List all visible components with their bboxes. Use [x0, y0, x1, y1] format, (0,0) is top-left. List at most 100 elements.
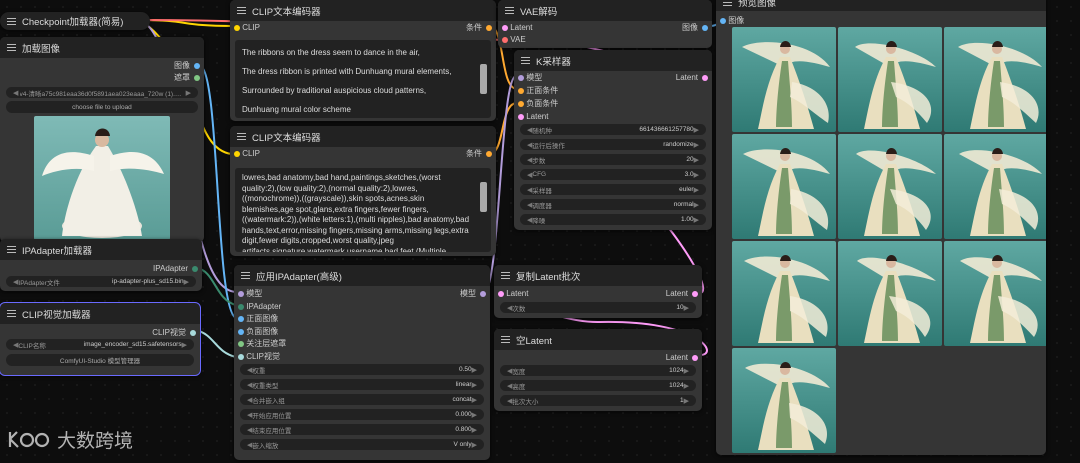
clipvision-loader-title-bar[interactable]: CLIP视觉加载器	[0, 303, 200, 324]
port-dot[interactable]	[238, 328, 244, 335]
generated-image-thumbnail[interactable]	[732, 134, 836, 239]
control-after-generate-widget[interactable]: ◀ 运行后操作 randomize ▶	[520, 139, 706, 150]
menu-icon[interactable]	[237, 7, 246, 14]
arrow-right-icon[interactable]: ▶	[472, 426, 477, 434]
vae-decode-node[interactable]: VAE解码 Latent VAE 图像	[498, 0, 712, 48]
generated-image-thumbnail[interactable]	[944, 134, 1046, 239]
port-dot[interactable]	[238, 315, 244, 322]
weight-type-widget[interactable]: ◀ 权重类型 linear ▶	[240, 379, 484, 390]
port-dot[interactable]	[238, 353, 244, 360]
port-dot[interactable]	[502, 24, 508, 31]
arrow-right-icon[interactable]: ▶	[694, 171, 699, 179]
checkpoint-loader-node[interactable]: Checkpoint加载器(简易)	[0, 12, 150, 30]
clip-port-dot[interactable]	[234, 150, 240, 157]
model-port-dot[interactable]	[480, 291, 486, 297]
ksampler-node[interactable]: K采样器 Latent 模型 正面条件 负面条件 Latent ◀ 随机种 6614…	[514, 50, 712, 230]
port-dot[interactable]	[502, 36, 508, 43]
menu-icon[interactable]	[501, 272, 510, 279]
amount-widget[interactable]: ◀ 次数 10 ▶	[500, 302, 696, 313]
input-latent-port[interactable]: Latent	[502, 22, 532, 33]
output-image-port[interactable]: 图像	[682, 22, 708, 33]
batch-size-widget[interactable]: ◀ 批次大小 1 ▶	[500, 395, 696, 406]
generated-image-thumbnail[interactable]	[838, 241, 942, 346]
arrow-right-icon[interactable]: ▶	[684, 367, 689, 375]
output-mask-port[interactable]: 遮罩	[174, 72, 200, 83]
image-port-dot[interactable]	[702, 25, 708, 31]
arrow-right-icon[interactable]: ▶	[694, 186, 699, 194]
checkpoint-loader-title-bar[interactable]: Checkpoint加载器(简易)	[0, 12, 150, 30]
repeat-latent-title-bar[interactable]: 复制Latent批次	[494, 265, 702, 286]
input-attn-mask-port[interactable]: 关注层遮罩	[238, 338, 286, 349]
clipvision-loader-node[interactable]: CLIP视觉加载器 CLIP视觉 ◀ CLIP名称 image_encoder_sd…	[0, 302, 201, 376]
image-port-dot[interactable]	[194, 63, 200, 69]
latent-port-dot[interactable]	[692, 291, 698, 297]
image-file-select[interactable]: ◀ v4-清晰a75c981eaa36d0f5891aea023eaaa_720w…	[6, 87, 198, 98]
menu-icon[interactable]	[501, 336, 510, 343]
arrow-right-icon[interactable]: ▶	[694, 201, 699, 209]
steps-widget[interactable]: ◀ 步数 20 ▶	[520, 154, 706, 165]
arrow-right-icon[interactable]: ▶	[184, 278, 189, 286]
ksampler-title-bar[interactable]: K采样器	[514, 50, 712, 71]
clip-text-encoder-positive-node[interactable]: CLIP文本编码器 CLIP 条件 The ribbons on the dre…	[230, 0, 496, 121]
ipadapter-loader-title-bar[interactable]: IPAdapter加载器	[0, 239, 202, 260]
load-image-title-bar[interactable]: 加载图像	[0, 37, 204, 58]
port-dot[interactable]	[238, 290, 244, 297]
input-model-port[interactable]: 模型	[518, 72, 542, 83]
input-positive-port[interactable]: 正面条件	[518, 85, 558, 96]
output-image-port[interactable]: 图像	[174, 60, 200, 71]
sampler-widget[interactable]: ◀ 采样器 euler ▶	[520, 184, 706, 195]
ipadapter-port-dot[interactable]	[192, 266, 198, 272]
model-manager-button[interactable]: ComfyUI-Studio 模型管理器	[6, 354, 194, 366]
port-dot[interactable]	[238, 340, 244, 347]
output-conditioning-port[interactable]: 条件	[466, 22, 492, 33]
arrow-right-icon[interactable]: ▶	[684, 304, 689, 312]
apply-ipadapter-title-bar[interactable]: 应用IPAdapter(高级)	[234, 265, 490, 286]
arrow-right-icon[interactable]: ▶	[186, 89, 191, 97]
input-latent-port[interactable]: Latent	[498, 288, 528, 299]
port-dot[interactable]	[238, 303, 244, 310]
arrow-right-icon[interactable]: ▶	[684, 382, 689, 390]
generated-image-thumbnail[interactable]	[944, 27, 1046, 132]
menu-icon[interactable]	[237, 133, 246, 140]
output-latent-port[interactable]: Latent	[666, 288, 698, 299]
generated-image-thumbnail[interactable]	[732, 241, 836, 346]
generated-image-thumbnail[interactable]	[838, 27, 942, 132]
port-dot[interactable]	[518, 113, 524, 120]
ipadapter-file-select[interactable]: ◀ IPAdapter文件 ip-adapter-plus_sd15.bin ▶	[6, 276, 196, 287]
menu-icon[interactable]	[241, 272, 250, 279]
clipvision-port-dot[interactable]	[190, 330, 196, 336]
latent-port-dot[interactable]	[692, 355, 698, 361]
arrow-right-icon[interactable]: ▶	[472, 381, 477, 389]
generated-image-thumbnail[interactable]	[838, 134, 942, 239]
scheduler-widget[interactable]: ◀ 调度器 normal ▶	[520, 199, 706, 210]
arrow-right-icon[interactable]: ▶	[472, 411, 477, 419]
input-model-port[interactable]: 模型	[238, 288, 262, 299]
vae-decode-title-bar[interactable]: VAE解码	[498, 0, 712, 21]
weight-widget[interactable]: ◀ 权重 0.50 ▶	[240, 364, 484, 375]
generated-image-thumbnail[interactable]	[944, 241, 1046, 346]
arrow-right-icon[interactable]: ▶	[472, 366, 477, 374]
empty-latent-title-bar[interactable]: 空Latent	[494, 329, 702, 350]
menu-icon[interactable]	[7, 17, 16, 25]
cfg-widget[interactable]: ◀ CFG 3.0 ▶	[520, 169, 706, 180]
arrow-left-icon[interactable]: ◀	[13, 89, 18, 97]
arrow-right-icon[interactable]: ▶	[182, 341, 187, 349]
port-dot[interactable]	[518, 87, 524, 94]
generated-image-thumbnail[interactable]	[732, 27, 836, 132]
latent-port-dot[interactable]	[702, 75, 708, 81]
repeat-latent-node[interactable]: 复制Latent批次 Latent Latent ◀ 次数 10 ▶	[494, 265, 702, 318]
clip-name-select[interactable]: ◀ CLIP名称 image_encoder_sd15.safetensors ▶	[6, 339, 194, 350]
output-latent-port[interactable]: Latent	[676, 72, 708, 83]
input-negative-port[interactable]: 负面条件	[518, 98, 558, 109]
combine-embeds-widget[interactable]: ◀ 合并嵌入组 concat ▶	[240, 394, 484, 405]
seed-widget[interactable]: ◀ 随机种 661436661257780 ▶	[520, 124, 706, 135]
input-vae-port[interactable]: VAE	[502, 34, 526, 45]
upload-button[interactable]: choose file to upload	[6, 101, 198, 113]
negative-prompt-textarea[interactable]: lowres,bad anatomy,bad hand,paintings,sk…	[235, 168, 491, 252]
textarea-scrollbar[interactable]	[480, 182, 487, 212]
menu-icon[interactable]	[7, 310, 16, 317]
arrow-right-icon[interactable]: ▶	[694, 216, 699, 224]
output-ipadapter-port[interactable]: IPAdapter	[153, 263, 198, 274]
arrow-right-icon[interactable]: ▶	[694, 141, 699, 149]
input-clip-port[interactable]: CLIP	[234, 22, 260, 33]
